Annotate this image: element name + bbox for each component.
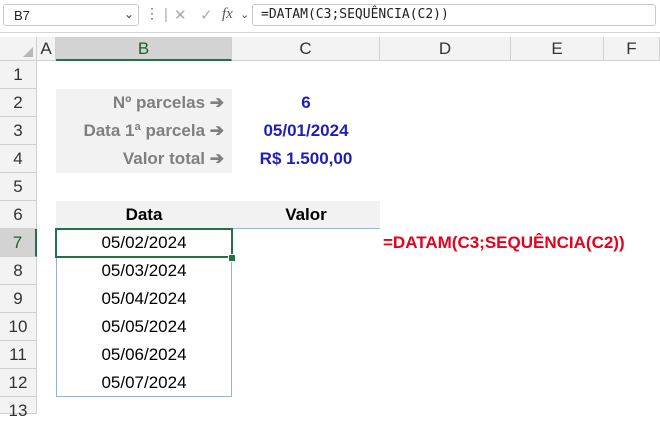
date-cell[interactable]: 05/03/2024	[56, 257, 232, 285]
formula-annotation[interactable]: =DATAM(C3;SEQUÊNCIA(C2))	[383, 229, 653, 257]
param-label-data[interactable]: Data 1ª parcela ➔	[56, 117, 232, 145]
row-header-7[interactable]: 7	[0, 229, 37, 257]
row-header-9[interactable]: 9	[0, 285, 37, 313]
formula-text: =DATAM(C3;SEQUÊNCIA(C2))	[261, 7, 449, 22]
param-label-valor[interactable]: Valor total ➔	[56, 145, 232, 173]
select-all-icon	[23, 47, 33, 57]
row-header-6[interactable]: 6	[0, 201, 37, 229]
date-cell[interactable]: 05/07/2024	[56, 369, 232, 397]
column-header-e[interactable]: E	[511, 37, 604, 61]
name-box[interactable]: B7 ⌄	[3, 4, 139, 26]
spreadsheet-window: B7 ⌄ ⋮ | ✕ ✓ fx ⌄ =DATAM(C3;SEQUÊNCIA(C2…	[0, 0, 660, 420]
active-cell-border	[55, 228, 233, 258]
date-cell[interactable]: 05/05/2024	[56, 313, 232, 341]
insert-function-icon[interactable]: fx	[222, 6, 233, 23]
row-header-2[interactable]: 2	[0, 89, 37, 117]
column-header-b[interactable]: B	[56, 37, 232, 61]
fx-chevron-down-icon[interactable]: ⌄	[240, 8, 249, 21]
table-header-valor[interactable]: Valor	[232, 201, 380, 229]
row-header-10[interactable]: 10	[0, 313, 37, 341]
row-header-4[interactable]: 4	[0, 145, 37, 173]
row-header-12[interactable]: 12	[0, 369, 37, 397]
row-header-11[interactable]: 11	[0, 341, 37, 369]
column-header-a[interactable]: A	[37, 37, 56, 61]
divider-icon: |	[164, 6, 168, 23]
row-header-3[interactable]: 3	[0, 117, 37, 145]
column-header-c[interactable]: C	[232, 37, 380, 61]
table-header-data[interactable]: Data	[56, 201, 232, 229]
more-options-icon[interactable]: ⋮	[145, 6, 159, 20]
column-header-d[interactable]: D	[380, 37, 511, 61]
row-header-1[interactable]: 1	[0, 61, 37, 89]
chevron-down-icon[interactable]: ⌄	[124, 7, 134, 21]
param-value-valor[interactable]: R$ 1.500,00	[232, 145, 380, 173]
date-cell[interactable]: 05/06/2024	[56, 341, 232, 369]
row-header-5[interactable]: 5	[0, 173, 37, 201]
cancel-icon[interactable]: ✕	[174, 6, 187, 24]
formula-bar: B7 ⌄ ⋮ | ✕ ✓ fx ⌄ =DATAM(C3;SEQUÊNCIA(C2…	[0, 0, 660, 33]
date-cell[interactable]: 05/04/2024	[56, 285, 232, 313]
name-box-value: B7	[14, 8, 30, 23]
row-header-8[interactable]: 8	[0, 257, 37, 285]
column-header-f[interactable]: F	[604, 37, 660, 61]
param-value-data[interactable]: 05/01/2024	[232, 117, 380, 145]
formula-buttons: | ✕ ✓ fx ⌄	[160, 4, 252, 26]
row-header-13[interactable]: 13	[0, 397, 37, 420]
param-label-parcelas[interactable]: Nº parcelas ➔	[56, 89, 232, 117]
fill-handle[interactable]	[228, 254, 236, 262]
select-all-corner[interactable]	[0, 37, 37, 61]
formula-input[interactable]: =DATAM(C3;SEQUÊNCIA(C2))	[252, 4, 656, 26]
confirm-icon[interactable]: ✓	[200, 6, 213, 24]
param-value-parcelas[interactable]: 6	[232, 89, 380, 117]
